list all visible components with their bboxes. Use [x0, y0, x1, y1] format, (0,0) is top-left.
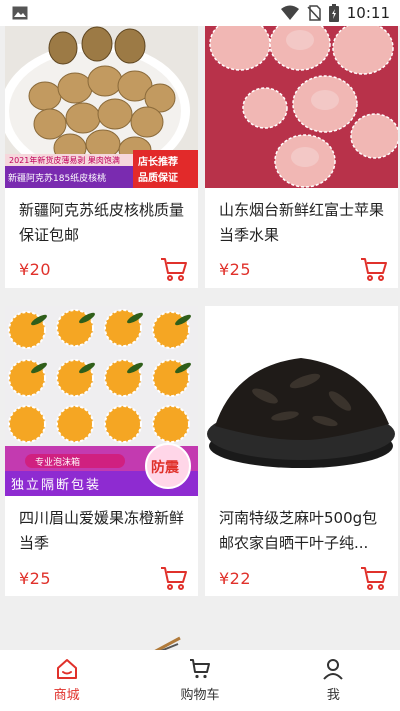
apple-image [205, 26, 398, 188]
product-title: 四川眉山爱媛果冻橙新鲜当季 [19, 509, 185, 552]
bottom-tab-bar: 商城 购物车 我 [0, 650, 400, 711]
product-title: 新疆阿克苏纸皮核桃质量保证包邮 [19, 201, 185, 244]
tab-me[interactable]: 我 [267, 650, 400, 711]
product-price: ¥25 [19, 569, 52, 588]
walnut-tag1-text: 店长推荐 [138, 155, 178, 168]
gallery-notification-icon [12, 6, 28, 20]
orange-badge-text: 专业泡沫箱 [35, 456, 80, 468]
user-icon [323, 659, 344, 680]
orange-main-text: 独立隔断包装 [11, 478, 101, 493]
product-card[interactable]: 河南特级芝麻叶500g包邮农家自晒干叶子纯... ¥22 [205, 306, 398, 596]
home-icon [56, 659, 77, 679]
orange-tag-text: 防震 [151, 459, 180, 476]
status-time: 10:11 [346, 4, 390, 22]
walnut-tag2-text: 品质保证 [138, 171, 178, 184]
product-price: ¥22 [219, 569, 252, 588]
cart-icon [189, 659, 210, 679]
product-title: 山东烟台新鲜红富士苹果当季水果 [219, 201, 385, 244]
product-title: 河南特级芝麻叶500g包邮农家自晒干叶子纯... [219, 509, 378, 552]
tab-cart[interactable]: 购物车 [133, 650, 266, 711]
tab-label: 商城 [53, 688, 80, 703]
product-card[interactable]: 山东烟台新鲜红富士苹果当季水果 ¥25 [205, 26, 398, 288]
walnut-image: 2021年新货皮薄易剥 果肉饱满 新疆阿克苏185纸皮核桃 店长推荐 品质保证 [5, 26, 198, 188]
tab-label: 购物车 [180, 688, 220, 703]
wifi-icon [280, 5, 299, 20]
walnut-main-text: 新疆阿克苏185纸皮核桃 [8, 172, 106, 184]
walnut-banner-text: 2021年新货皮薄易剥 果肉饱满 [9, 155, 120, 165]
tab-label: 我 [326, 688, 340, 703]
battery-icon [328, 4, 339, 22]
product-price: ¥25 [219, 260, 252, 279]
product-price: ¥20 [19, 260, 52, 279]
add-to-cart-icon[interactable] [360, 256, 388, 282]
add-to-cart-icon[interactable] [360, 565, 388, 591]
orange-image: 专业泡沫箱 独立隔断包装 防震 [5, 306, 198, 496]
tab-mall[interactable]: 商城 [0, 650, 133, 711]
product-card[interactable]: 2021年新货皮薄易剥 果肉饱满 新疆阿克苏185纸皮核桃 店长推荐 品质保证 … [5, 26, 198, 288]
add-to-cart-icon[interactable] [160, 565, 188, 591]
dried-leaf-image [205, 306, 398, 496]
product-card[interactable]: 专业泡沫箱 独立隔断包装 防震 四川眉山爱媛果冻橙新鲜当季 ¥25 [5, 306, 198, 596]
no-sim-icon [307, 5, 321, 21]
status-bar: 10:11 [0, 0, 400, 26]
add-to-cart-icon[interactable] [160, 256, 188, 282]
